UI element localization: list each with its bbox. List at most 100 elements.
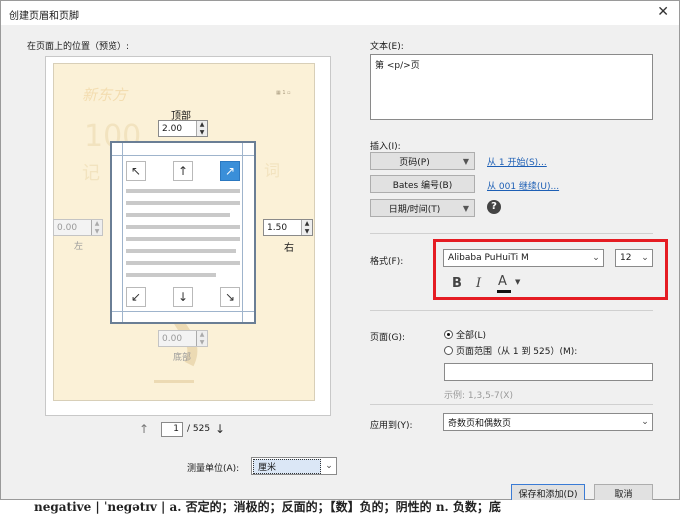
right-guide xyxy=(242,143,243,322)
down-arrow-icon[interactable]: ▼ xyxy=(197,129,207,137)
page-number-button-label: 页码(P) xyxy=(399,157,430,168)
previous-page-icon[interactable]: ↑ xyxy=(139,422,149,436)
bottom-stepper-buttons[interactable]: ▲ ▼ xyxy=(196,331,207,346)
page-range-label: 页面范围（从 1 到 525）(M): xyxy=(456,347,578,357)
apply-to-select[interactable]: 奇数页和偶数页 ⌄ xyxy=(443,413,653,431)
font-color-letter: A xyxy=(498,274,507,289)
left-margin-label: 左 xyxy=(74,242,84,252)
apply-to-label: 应用到(Y): xyxy=(370,421,413,431)
page-number-input[interactable]: 1 xyxy=(161,422,183,437)
apply-to-value: 奇数页和偶数页 xyxy=(448,418,512,429)
arrow-up-left-icon: ↖ xyxy=(130,164,142,178)
bottom-left-position-button[interactable]: ↙ xyxy=(126,287,146,307)
text-line xyxy=(126,213,230,217)
up-arrow-icon[interactable]: ▲ xyxy=(302,220,312,228)
chevron-down-icon: ⌄ xyxy=(641,253,649,263)
top-margin-stepper[interactable]: 2.00 ▲ ▼ xyxy=(158,120,208,137)
svg-text:▦ 1 ▫: ▦ 1 ▫ xyxy=(276,90,290,96)
left-guide xyxy=(122,143,123,322)
top-margin-value: 2.00 xyxy=(162,123,183,134)
text-line xyxy=(126,273,216,277)
svg-text:词: 词 xyxy=(264,161,280,180)
radio-dot xyxy=(444,346,453,355)
text-line xyxy=(126,249,236,253)
left-stepper-buttons[interactable]: ▲ ▼ xyxy=(91,220,102,235)
caret-down-icon: ▼ xyxy=(462,156,470,166)
units-value: 厘米 xyxy=(253,458,321,474)
italic-button[interactable]: I xyxy=(476,276,481,291)
font-value: Alibaba PuHuiTi M xyxy=(448,253,529,263)
caret-down-icon: ▼ xyxy=(515,278,521,286)
down-arrow-icon[interactable]: ▼ xyxy=(92,228,102,236)
up-arrow-icon[interactable]: ▲ xyxy=(197,331,207,339)
bottom-margin-stepper[interactable]: 0.00 ▲ ▼ xyxy=(158,330,208,347)
bottom-margin-label: 底部 xyxy=(173,353,192,363)
date-time-button-label: 日期/时间(T) xyxy=(388,204,441,215)
text-line xyxy=(126,189,240,193)
top-center-position-button[interactable]: ↑ xyxy=(173,161,193,181)
down-arrow-icon[interactable]: ▼ xyxy=(302,228,312,236)
background-document-text: negative | ˈneɡətɪv | a. 否定的；消极的；反面的；【数】… xyxy=(0,500,680,516)
chevron-down-icon: ⌄ xyxy=(592,253,600,263)
all-pages-radio[interactable]: 全部(L) xyxy=(444,328,486,341)
right-stepper-buttons[interactable]: ▲ ▼ xyxy=(301,220,312,235)
save-and-add-label: 保存和添加(D) xyxy=(518,489,578,500)
color-swatch xyxy=(497,290,511,293)
arrow-up-icon: ↑ xyxy=(177,164,189,178)
header-text-input[interactable]: 第 <p/>页 xyxy=(370,54,653,120)
svg-text:记: 记 xyxy=(82,163,100,184)
page-range-example: 示例: 1,3,5-7(X) xyxy=(444,391,513,401)
pages-label: 页面(G): xyxy=(370,333,406,343)
top-left-position-button[interactable]: ↖ xyxy=(126,161,146,181)
text-line xyxy=(126,225,240,229)
down-arrow-icon[interactable]: ▼ xyxy=(197,339,207,347)
top-guide xyxy=(112,155,254,156)
insert-label: 插入(I): xyxy=(370,142,401,152)
up-arrow-icon[interactable]: ▲ xyxy=(92,220,102,228)
start-from-link[interactable]: 从 1 开始(S)... xyxy=(487,155,547,168)
font-select[interactable]: Alibaba PuHuiTi M ⌄ xyxy=(443,249,604,267)
up-arrow-icon[interactable]: ▲ xyxy=(197,121,207,129)
bates-number-button[interactable]: Bates 编号(B) xyxy=(370,175,475,193)
left-margin-value: 0.00 xyxy=(57,222,78,233)
arrow-up-right-icon: ↗ xyxy=(224,164,236,178)
page-range-radio[interactable]: 页面范围（从 1 到 525）(M): xyxy=(444,344,577,357)
bottom-right-position-button[interactable]: ↘ xyxy=(220,287,240,307)
bottom-center-position-button[interactable]: ↓ xyxy=(173,287,193,307)
font-size-value: 12 xyxy=(620,253,632,263)
left-margin-stepper[interactable]: 0.00 ▲ ▼ xyxy=(53,219,103,236)
close-icon[interactable]: ✕ xyxy=(657,4,669,20)
header-footer-dialog: 创建页眉和页脚 ✕ 在页面上的位置（预览）: 新东方 ▦ 1 ▫ 100 记 词… xyxy=(0,0,680,502)
right-margin-stepper[interactable]: 1.50 ▲ ▼ xyxy=(263,219,313,236)
font-size-select[interactable]: 12 ⌄ xyxy=(615,249,653,267)
all-pages-label: 全部(L) xyxy=(456,331,487,341)
preview-heading: 在页面上的位置（预览）: xyxy=(27,42,130,52)
right-margin-label: 右 xyxy=(284,243,294,254)
caret-down-icon: ▼ xyxy=(462,203,470,213)
separator xyxy=(370,310,653,311)
separator xyxy=(370,404,653,405)
chevron-down-icon: ⌄ xyxy=(325,461,333,471)
chevron-down-icon: ⌄ xyxy=(641,417,649,427)
cancel-label: 取消 xyxy=(614,489,633,500)
units-select[interactable]: 厘米 ⌄ xyxy=(251,457,337,475)
arrow-down-left-icon: ↙ xyxy=(130,290,142,304)
next-page-icon[interactable]: ↓ xyxy=(215,422,225,436)
svg-text:新东方: 新东方 xyxy=(82,86,129,104)
top-right-position-button[interactable]: ↗ xyxy=(220,161,240,181)
continue-from-link[interactable]: 从 001 继续(U)... xyxy=(487,179,559,192)
header-footer-position-box: ↖ ↑ ↗ ↙ ↓ ↘ xyxy=(110,141,256,324)
bottom-margin-value: 0.00 xyxy=(162,333,183,344)
arrow-down-right-icon: ↘ xyxy=(224,290,236,304)
date-time-button[interactable]: 日期/时间(T) ▼ xyxy=(370,199,475,217)
bottom-guide xyxy=(112,311,254,312)
page-number-button[interactable]: 页码(P) ▼ xyxy=(370,152,475,170)
top-stepper-buttons[interactable]: ▲ ▼ xyxy=(196,121,207,136)
text-line xyxy=(126,261,240,265)
bold-button[interactable]: B xyxy=(452,276,462,291)
page-range-input[interactable] xyxy=(444,363,653,381)
text-line xyxy=(126,201,240,205)
font-color-button[interactable]: A ▼ xyxy=(495,273,527,293)
separator xyxy=(370,233,653,234)
help-icon[interactable]: ? xyxy=(487,200,501,214)
